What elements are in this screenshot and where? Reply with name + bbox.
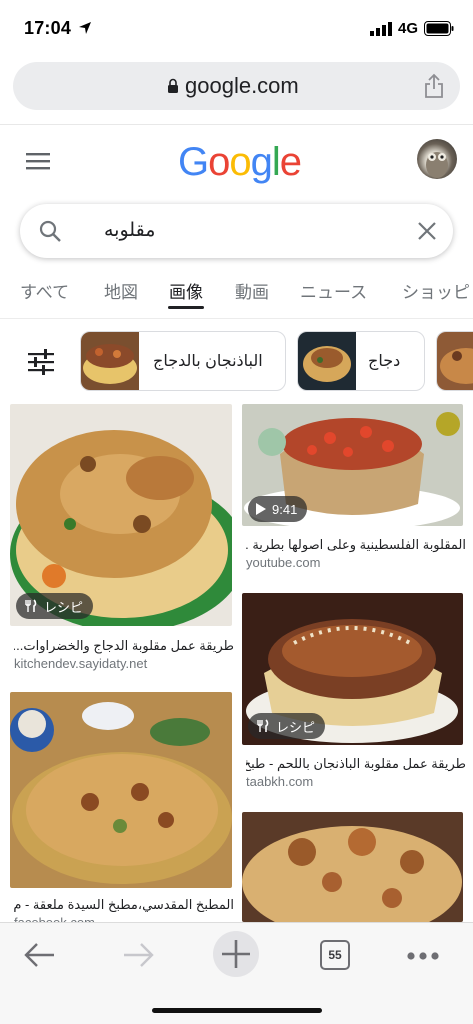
tab-maps[interactable]: 地図 [104,278,138,303]
chip-thumbnail [81,332,139,390]
divider [0,124,473,125]
clear-icon[interactable] [416,220,438,242]
recipe-badge: レシピ [16,593,94,619]
logo-letter: G [178,140,209,184]
chip-eggplant-chicken[interactable]: الباذنجان بالدجاج [80,331,286,391]
avatar[interactable] [417,139,457,179]
logo-letter: e [279,140,302,184]
share-icon[interactable] [423,73,445,99]
result-card[interactable] [242,812,464,922]
tab-switcher-button[interactable]: 55 [320,940,350,970]
owl-photo [426,152,448,178]
result-image[interactable] [10,692,232,888]
play-icon [256,503,266,515]
badge-label: 9:41 [272,501,298,517]
battery-icon [424,21,454,36]
chip-thumbnail [437,332,473,390]
status-time: 17:04 [24,18,72,38]
result-title[interactable]: طريقة عمل مقلوبة الباذنجان باللحم - طبخ [246,756,466,772]
logo-letter: o [229,140,251,184]
logo-letter: o [208,140,230,184]
logo-letter: g [250,140,273,184]
recipe-badge: レシピ [248,713,326,739]
result-source: taabkh.com [246,774,314,789]
search-input[interactable]: مقلوبه [104,219,155,242]
status-bar: 17:04 4G [0,0,473,58]
back-arrow-icon[interactable] [24,941,56,969]
result-title[interactable]: المطبخ المقدسي،مطبخ السيدة ملعقة - م... [14,897,234,913]
tune-filter-icon[interactable] [28,349,54,375]
result-card[interactable]: レシピ طريقة عمل مقلوبة الدجاج والخضراوات..… [10,404,234,672]
network-type: 4G [398,20,419,37]
active-tab-indicator [168,306,204,309]
result-title[interactable]: المقلوبة الفلسطينية وعلى اصولها بطرية ..… [246,537,466,553]
badge-label: レシピ [44,599,84,615]
search-box[interactable]: مقلوبه [20,204,453,258]
google-logo[interactable]: Google [178,140,302,185]
divider [0,318,473,319]
forward-arrow-icon[interactable] [122,941,154,969]
cellular-signal-icon [370,22,392,36]
tab-shopping[interactable]: ショッピ [402,278,470,303]
result-source: kitchendev.sayidaty.net [14,656,148,671]
search-icon[interactable] [38,219,62,243]
tab-all[interactable]: すべて [20,278,69,303]
logo-letter: l [271,140,281,184]
result-source: youtube.com [246,555,321,570]
badge-label: レシピ [276,719,316,735]
result-card[interactable]: レシピ طريقة عمل مقلوبة الباذنجان باللحم - … [242,593,466,793]
chip-thumbnail [298,332,356,390]
tab-images[interactable]: 画像 [169,278,203,303]
location-arrow-icon [79,22,91,34]
address-bar[interactable]: google.com [13,62,460,110]
chip-label: دجاج [368,353,401,370]
lock-icon [168,78,178,93]
url-host: google.com [185,73,299,98]
more-options-icon[interactable] [406,951,440,961]
result-image[interactable] [242,812,463,922]
tab-count: 55 [328,948,342,962]
new-tab-button[interactable] [213,931,259,977]
plus-icon [222,940,250,968]
result-card[interactable]: المطبخ المقدسي،مطبخ السيدة ملعقة - م... … [10,692,234,930]
chip-more[interactable] [436,331,473,391]
fork-knife-icon [257,719,269,732]
tab-videos[interactable]: 動画 [235,278,269,303]
fork-knife-icon [25,599,37,612]
chip-label: الباذنجان بالدجاج [153,353,263,370]
result-title[interactable]: طريقة عمل مقلوبة الدجاج والخضراوات... [14,638,234,654]
tab-news[interactable]: ニュース [300,278,367,303]
result-card[interactable]: 9:41 المقلوبة الفلسطينية وعلى اصولها بطر… [242,404,466,574]
hamburger-menu-icon[interactable] [26,150,50,172]
video-duration-badge: 9:41 [248,496,308,522]
home-indicator[interactable] [152,1008,322,1013]
search-tabs: すべて 地図 画像 動画 ニュース ショッピ [0,272,473,312]
chip-chicken[interactable]: دجاج [297,331,425,391]
